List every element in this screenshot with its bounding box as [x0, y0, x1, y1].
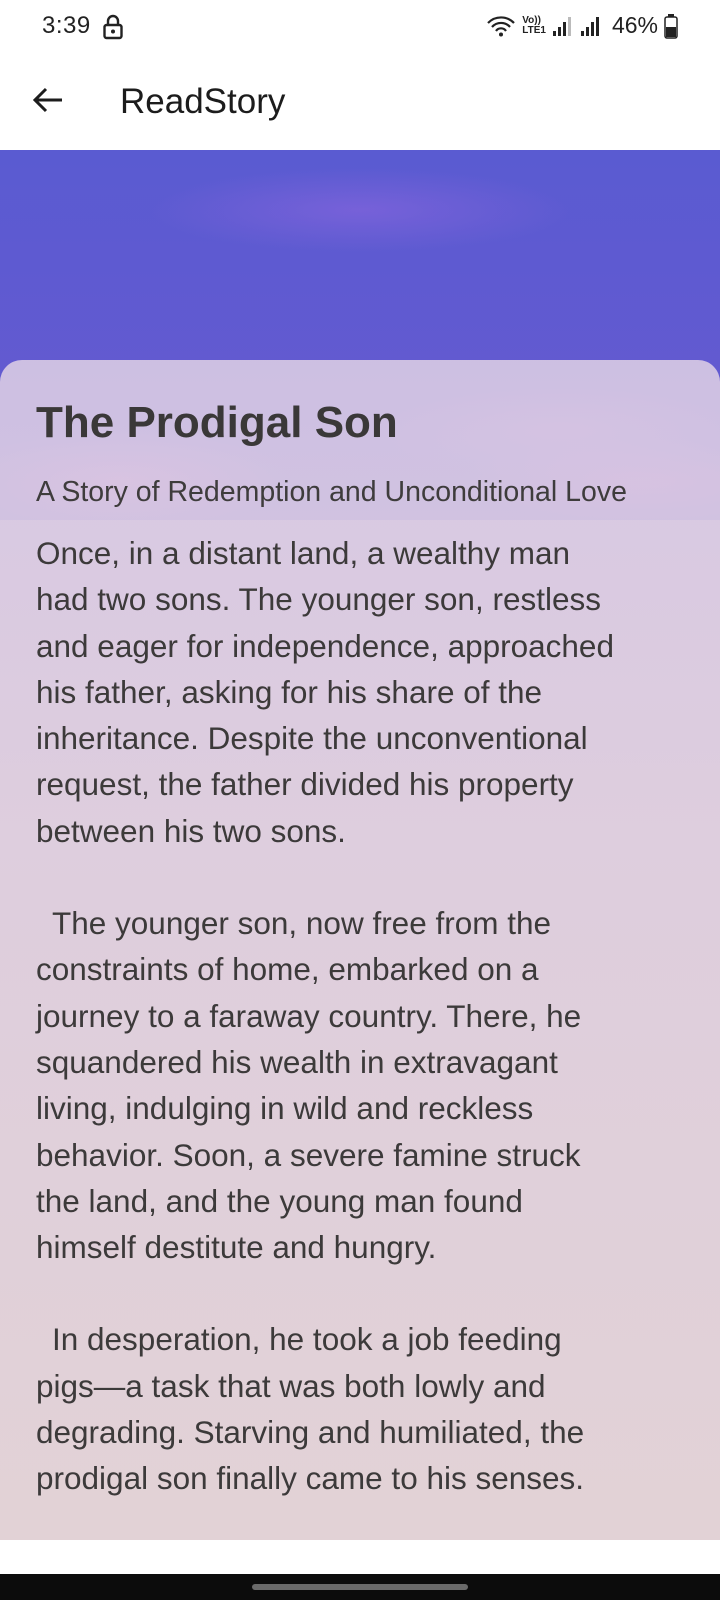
story-line: prodigal son finally came to his senses.: [36, 1460, 585, 1497]
story-line: inheritance. Despite the unconventional: [36, 720, 588, 757]
story-card[interactable]: The Prodigal Son A Story of Redemption a…: [0, 360, 720, 1540]
story-line: In desperation, he took a job feeding: [52, 1321, 562, 1358]
signal-icon: [580, 15, 602, 37]
arrow-left-icon: [32, 86, 64, 119]
story-title: The Prodigal Son: [36, 398, 398, 447]
status-bar: 3:39 Vo)) LTE1 46%: [0, 0, 720, 56]
story-line: his father, asking for his share of the: [36, 673, 543, 710]
lock-icon: [102, 14, 124, 40]
signal-icon: [552, 15, 574, 37]
story-line: behavior. Soon, a severe famine struck: [36, 1136, 581, 1173]
story-line: squandered his wealth in extravagant: [36, 1043, 558, 1080]
story-line: the land, and the young man found: [36, 1182, 523, 1219]
volte-label: Vo)) LTE1: [522, 14, 546, 36]
battery-icon: [664, 13, 678, 39]
bottom-bar: [0, 1540, 720, 1574]
home-gesture-handle[interactable]: [252, 1584, 468, 1590]
story-line: constraints of home, embarked on a: [36, 951, 539, 988]
story-line: journey to a faraway country. There, he: [36, 997, 582, 1034]
status-icons: Vo)) LTE1 46%: [486, 12, 678, 39]
story-content: The Prodigal Son A Story of Redemption a…: [36, 394, 688, 1502]
story-line: living, indulging in wild and reckless: [36, 1090, 534, 1127]
story-paragraph: Once, in a distant land, a wealthy man h…: [36, 530, 688, 854]
story-paragraph: In desperation, he took a job feeding pi…: [36, 1316, 688, 1501]
app-bar: ReadStory: [0, 56, 720, 150]
story-line: Once, in a distant land, a wealthy man: [36, 535, 571, 571]
story-line: pigs—a task that was both lowly and: [36, 1367, 546, 1404]
wifi-icon: [486, 14, 516, 38]
story-line: and eager for independence, approached: [36, 627, 614, 664]
story-line: degrading. Starving and humiliated, the: [36, 1414, 585, 1451]
system-navigation-bar: [0, 1574, 720, 1600]
story-line: between his two sons.: [36, 812, 346, 849]
app-title: ReadStory: [120, 82, 286, 121]
story-line: had two sons. The younger son, restless: [36, 581, 601, 618]
read-story-screen: 3:39 Vo)) LTE1 46% ReadStory The Prodiga…: [0, 0, 720, 1600]
status-time: 3:39: [42, 12, 91, 39]
battery-percent: 46%: [611, 12, 658, 38]
story-subtitle: A Story of Redemption and Unconditional …: [36, 476, 627, 508]
story-body: Once, in a distant land, a wealthy man h…: [36, 530, 688, 1502]
story-paragraph: The younger son, now free from the const…: [36, 900, 688, 1270]
story-line: request, the father divided his property: [36, 766, 574, 803]
story-line: The younger son, now free from the: [52, 905, 552, 942]
back-button[interactable]: [24, 78, 72, 126]
story-line: himself destitute and hungry.: [36, 1229, 437, 1266]
